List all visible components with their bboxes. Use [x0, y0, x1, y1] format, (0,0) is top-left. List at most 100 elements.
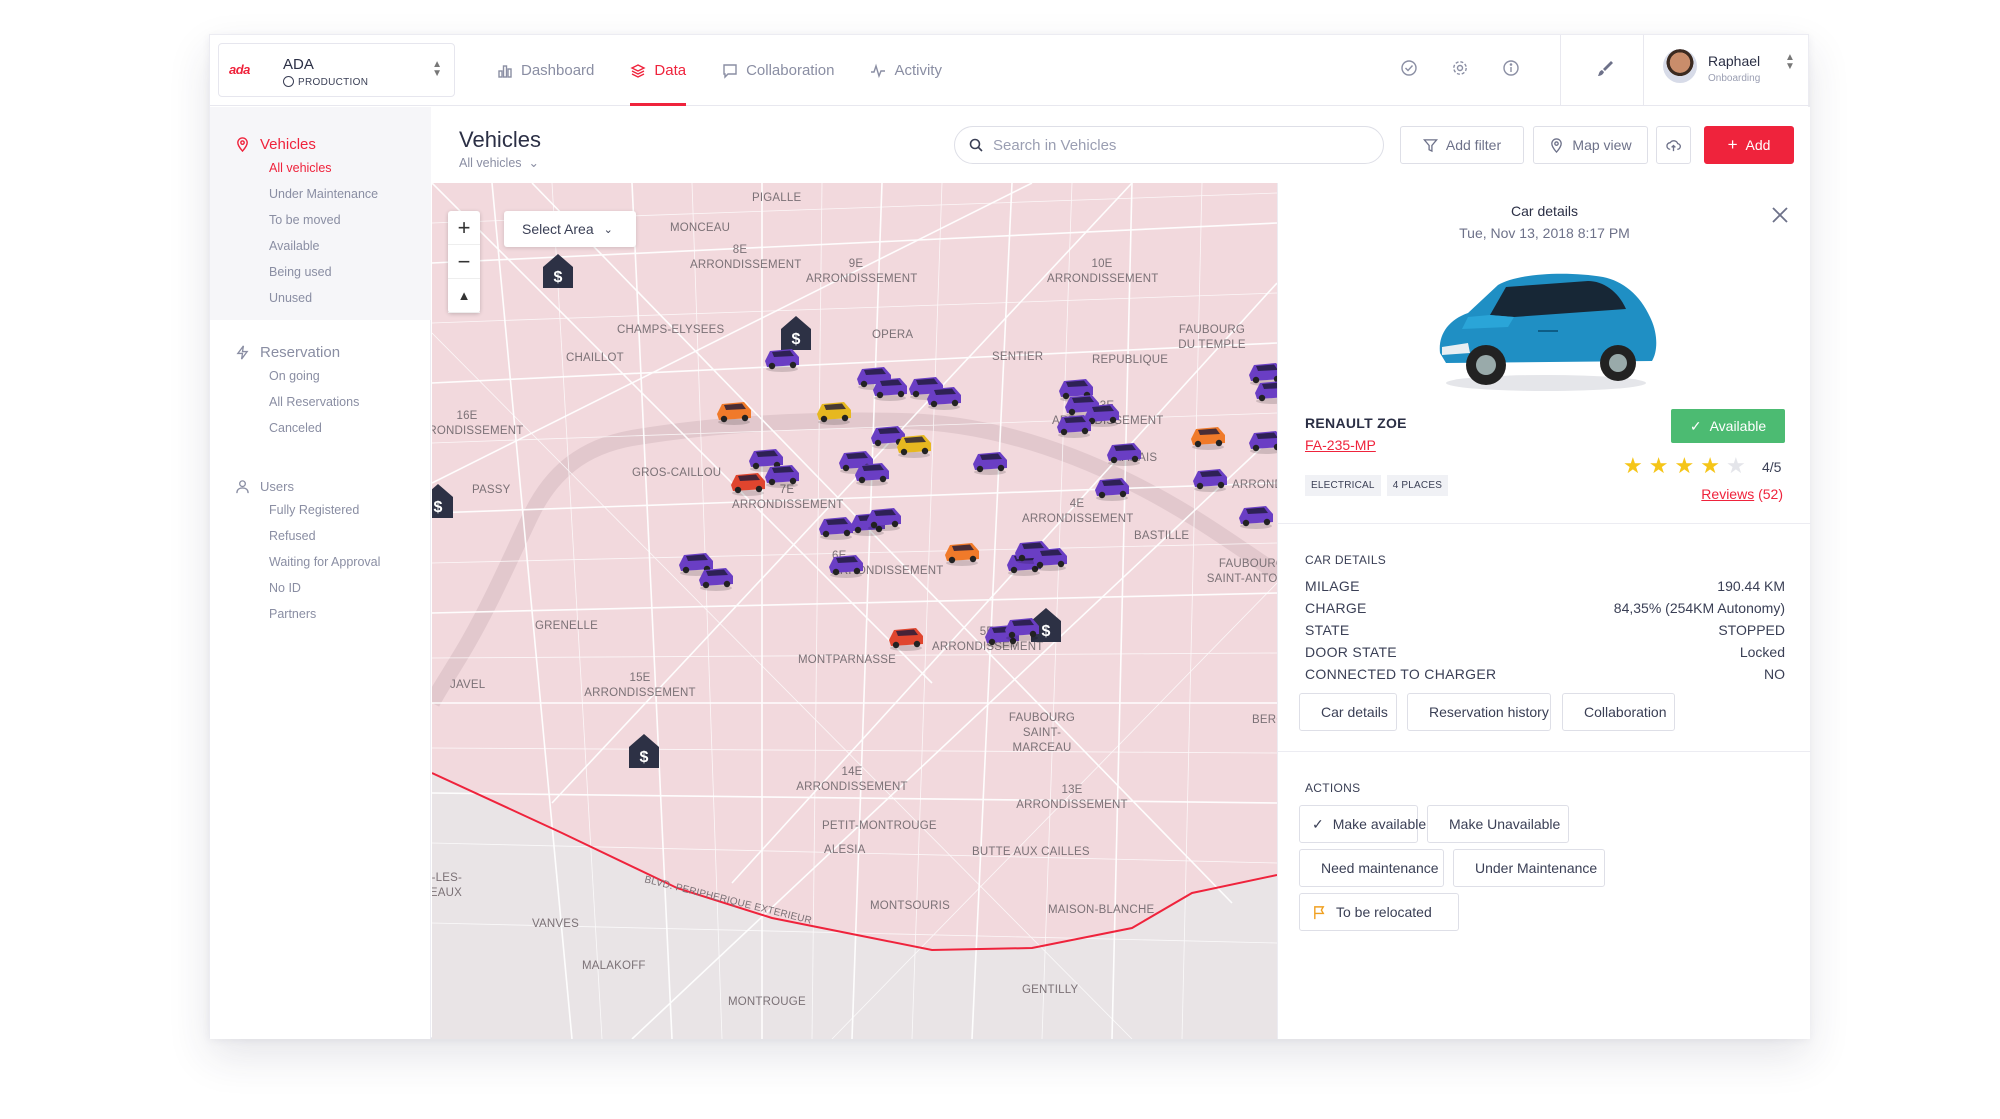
search-box[interactable]	[954, 126, 1384, 164]
make-unavailable-button[interactable]: Make Unavailable	[1427, 805, 1569, 843]
globe-icon	[283, 76, 294, 87]
sidebar-item-to-be-moved[interactable]: To be moved	[210, 207, 431, 233]
user-name: Raphael	[1708, 53, 1761, 69]
vehicle-marker-icon[interactable]	[1236, 502, 1276, 530]
need-maintenance-button[interactable]: Need maintenance	[1299, 849, 1444, 887]
under-maintenance-button[interactable]: Under Maintenance	[1453, 849, 1605, 887]
sidebar-item-fully-registered[interactable]: Fully Registered	[210, 497, 431, 523]
sidebar-item-being-used[interactable]: Being used	[210, 259, 431, 285]
vehicle-marker-icon[interactable]	[870, 374, 910, 402]
divider	[1560, 35, 1561, 106]
search-icon	[969, 138, 983, 152]
sidebar-item-vehicles[interactable]: Vehicles	[210, 133, 431, 155]
check-icon: ✓	[1689, 417, 1702, 434]
map-label: 16E ARRONDISSEMENT	[432, 410, 524, 437]
zoom-out-button[interactable]: −	[448, 245, 480, 279]
vehicle-marker-icon[interactable]	[886, 624, 926, 652]
org-switcher[interactable]: ada ADA PRODUCTION ▲ ▼	[218, 43, 455, 97]
map-view-button[interactable]: Map view	[1533, 126, 1648, 164]
vehicle-marker-icon[interactable]	[1092, 474, 1132, 502]
sidebar-item-on-going[interactable]: On going	[210, 363, 431, 389]
info-icon[interactable]	[1502, 59, 1520, 77]
vehicle-marker-icon[interactable]	[864, 504, 904, 532]
map-label: PIGALLE	[752, 192, 802, 204]
tab-collaboration[interactable]: Collaboration	[722, 35, 834, 106]
vehicle-marker-icon[interactable]	[852, 459, 892, 487]
to-be-relocated-button[interactable]: To be relocated	[1299, 893, 1459, 931]
avatar	[1663, 49, 1697, 83]
button-label: Make Unavailable	[1449, 816, 1561, 832]
location-pin-icon	[1551, 137, 1563, 153]
sidebar-item-reservation[interactable]: Reservation	[210, 341, 431, 363]
vehicle-marker-icon[interactable]	[1030, 544, 1070, 572]
map-label: OPERA	[872, 329, 914, 341]
vehicle-marker-icon[interactable]	[762, 461, 802, 489]
station-marker-icon[interactable]: $	[432, 483, 454, 519]
vehicle-marker-icon[interactable]	[894, 431, 934, 459]
map[interactable]: PIGALLE MONCEAU 8E ARRONDISSEMENT 9E ARR…	[432, 183, 1277, 1039]
reviews-link[interactable]: Reviews (52)	[1701, 486, 1783, 502]
car-plate-link[interactable]: FA-235-MP	[1305, 437, 1376, 453]
make-available-button[interactable]: ✓ Make available	[1299, 805, 1426, 843]
select-area-dropdown[interactable]: Select Area ⌄	[504, 211, 636, 247]
add-button[interactable]: + Add	[1704, 126, 1794, 164]
sidebar-item-no-id[interactable]: No ID	[210, 575, 431, 601]
car-details-button[interactable]: Car details	[1299, 693, 1397, 731]
vehicle-marker-icon[interactable]	[826, 551, 866, 579]
sidebar-item-available[interactable]: Available	[210, 233, 431, 259]
vehicle-marker-icon[interactable]	[1002, 614, 1042, 642]
brush-icon[interactable]	[1595, 59, 1615, 79]
sidebar-item-all-reservations[interactable]: All Reservations	[210, 389, 431, 415]
vehicle-marker-icon[interactable]	[1054, 411, 1094, 439]
sidebar-item-refused[interactable]: Refused	[210, 523, 431, 549]
vehicle-marker-icon[interactable]	[970, 448, 1010, 476]
search-input[interactable]	[993, 136, 1363, 154]
collaboration-button[interactable]: Collaboration	[1562, 693, 1675, 731]
vehicle-marker-icon[interactable]	[814, 398, 854, 426]
sidebar-item-partners[interactable]: Partners	[210, 601, 431, 627]
map-label: PETIT-MONTROUGE	[822, 820, 937, 832]
tab-label: Activity	[894, 62, 942, 79]
vehicle-marker-icon[interactable]	[1104, 439, 1144, 467]
vehicle-marker-icon[interactable]	[696, 564, 736, 592]
sidebar-item-all-vehicles[interactable]: All vehicles	[210, 155, 431, 181]
upload-button[interactable]	[1656, 126, 1691, 164]
view-selector[interactable]: All vehicles ⌄	[459, 155, 539, 170]
vehicle-marker-icon[interactable]	[1190, 465, 1230, 493]
add-filter-button[interactable]: Add filter	[1400, 126, 1524, 164]
sidebar-label: Users	[260, 478, 294, 494]
sidebar-item-users[interactable]: Users	[210, 475, 431, 497]
vehicle-marker-icon[interactable]	[1246, 427, 1277, 455]
gear-icon[interactable]	[1451, 59, 1469, 77]
station-marker-icon[interactable]: $	[542, 253, 574, 289]
chat-icon	[723, 63, 737, 79]
detail-row-charger: CONNECTED TO CHARGER NO	[1305, 666, 1785, 682]
station-marker-icon[interactable]: $	[628, 733, 660, 769]
flag-icon	[1314, 905, 1325, 919]
map-label: GRENELLE	[535, 620, 598, 632]
star-icon: ★	[1674, 453, 1695, 478]
tab-data[interactable]: Data	[630, 35, 686, 106]
vehicle-marker-icon[interactable]	[924, 383, 964, 411]
tab-dashboard[interactable]: Dashboard	[497, 35, 594, 106]
vehicle-marker-icon[interactable]	[1188, 423, 1228, 451]
select-area-label: Select Area	[522, 221, 594, 237]
car-detail-panel: Car details Tue, Nov 13, 2018 8:17 PM RE…	[1277, 183, 1811, 1039]
sidebar-item-canceled[interactable]: Canceled	[210, 415, 431, 441]
compass-button[interactable]: ▲	[448, 279, 480, 313]
check-circle-icon[interactable]	[1400, 59, 1418, 77]
vehicle-marker-icon[interactable]	[714, 398, 754, 426]
vehicle-marker-icon[interactable]	[762, 345, 802, 373]
close-icon[interactable]	[1768, 203, 1792, 227]
button-label: Need maintenance	[1321, 860, 1439, 876]
sidebar-item-waiting-for-approval[interactable]: Waiting for Approval	[210, 549, 431, 575]
vehicle-marker-icon[interactable]	[728, 469, 768, 497]
zoom-in-button[interactable]: +	[448, 211, 480, 245]
tab-activity[interactable]: Activity	[870, 35, 942, 106]
sidebar-item-unused[interactable]: Unused	[210, 285, 431, 311]
vehicle-marker-icon[interactable]	[942, 539, 982, 567]
sidebar-item-under-maintenance[interactable]: Under Maintenance	[210, 181, 431, 207]
map-label: ALESIA	[824, 844, 866, 856]
reservation-history-button[interactable]: Reservation history	[1407, 693, 1551, 731]
vehicle-marker-icon[interactable]	[1252, 377, 1277, 405]
